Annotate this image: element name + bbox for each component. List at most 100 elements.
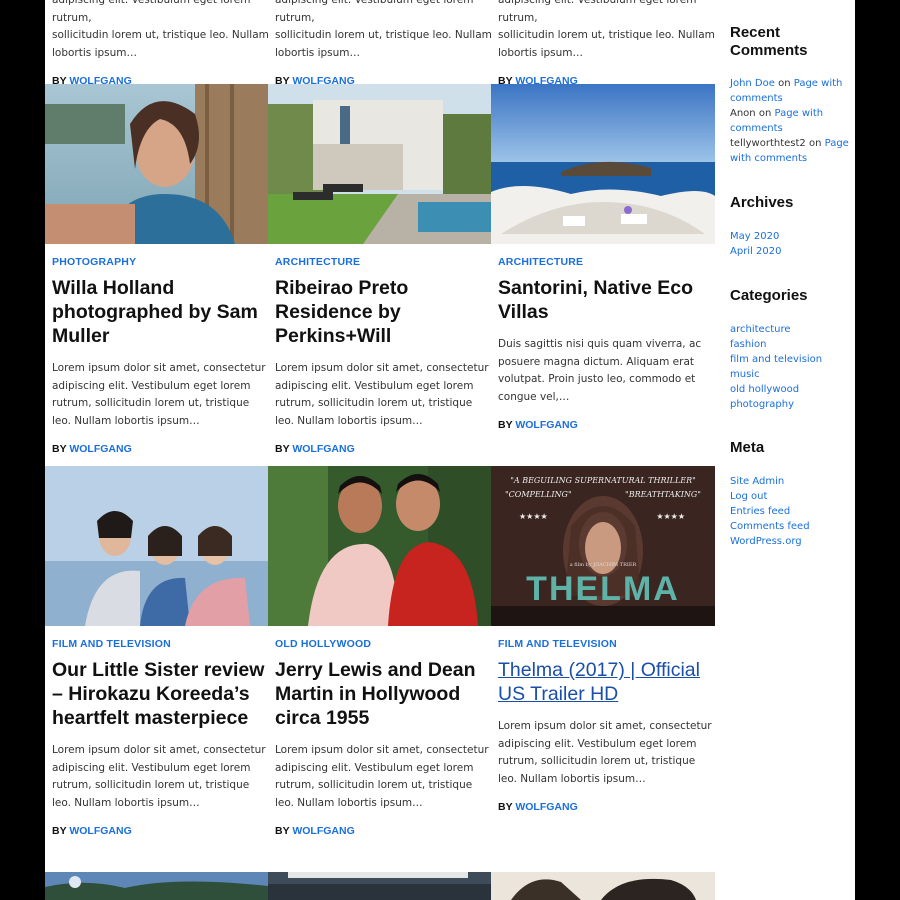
comment-author-link[interactable]: John Doe (730, 78, 775, 89)
archives-widget: Archives May 2020 April 2020 (730, 194, 852, 259)
hollywood-image (268, 466, 491, 626)
poster-quote-right: "BREATHTAKING" (625, 490, 701, 499)
recent-comment-item: John Doe on Page with comments (730, 78, 843, 104)
santorini-image (491, 84, 715, 244)
excerpt-line: adipiscing elit. Vestibulum eget lorem r… (275, 0, 474, 24)
post-category-link[interactable]: PHOTOGRAPHY (52, 256, 275, 268)
byline: BY WOLFGANG (275, 442, 355, 455)
widget-title: Recent Comments (730, 24, 808, 59)
post-card-6: FILM AND TELEVISION Thelma (2017) | Offi… (498, 638, 715, 813)
recent-comments-widget: Recent Comments John Doe on Page with co… (730, 24, 852, 166)
top-post-excerpt-1: adipiscing elit. Vestibulum eget lorem r… (52, 0, 275, 87)
comment-author: tellyworthtest2 (730, 138, 806, 149)
recent-comment-item: tellyworthtest2 on Page with comments (730, 138, 849, 164)
post-card-1: PHOTOGRAPHY Willa Holland photographed b… (52, 256, 275, 455)
category-link-old-hollywood[interactable]: old hollywood (730, 382, 852, 397)
poster-title: THELMA (526, 570, 680, 608)
post-thumbnail-next-3[interactable] (491, 872, 715, 900)
post-card-3: ARCHITECTURE Santorini, Native Eco Villa… (498, 256, 715, 431)
excerpt-line: sollicitudin lorem ut, tristique leo. Nu… (498, 29, 715, 42)
post-title-link[interactable]: Thelma (2017) | Official US Trailer HD (498, 658, 715, 706)
post-thumbnail-santorini[interactable] (491, 84, 715, 244)
author-link[interactable]: WOLFGANG (515, 419, 577, 431)
band-image (268, 872, 491, 900)
byline: BY WOLFGANG (498, 800, 578, 813)
post-excerpt: Lorem ipsum dolor sit amet, consectetur … (275, 744, 489, 810)
widget-title: Meta (730, 439, 765, 456)
meta-link-entries-feed[interactable]: Entries feed (730, 504, 852, 519)
archive-link-may-2020[interactable]: May 2020 (730, 229, 852, 244)
post-category-link[interactable]: ARCHITECTURE (275, 256, 498, 268)
excerpt-line: lobortis ipsum… (498, 47, 584, 60)
post-thumbnail-next-1[interactable] (45, 872, 268, 900)
top-post-excerpt-2: adipiscing elit. Vestibulum eget lorem r… (275, 0, 498, 87)
post-title-link[interactable]: Ribeirao Preto Residence by Perkins+Will (275, 276, 498, 348)
widget-title: Categories (730, 287, 808, 304)
widget-title: Archives (730, 194, 794, 211)
category-link-music[interactable]: music (730, 367, 852, 382)
post-title-link[interactable]: Santorini, Native Eco Villas (498, 276, 715, 324)
archive-link-april-2020[interactable]: April 2020 (730, 244, 852, 259)
hat-image (491, 872, 715, 900)
meta-widget: Meta Site Admin Log out Entries feed Com… (730, 439, 852, 549)
post-title-link[interactable]: Willa Holland photographed by Sam Muller (52, 276, 275, 348)
post-title-link[interactable]: Our Little Sister review – Hirokazu Kore… (52, 658, 275, 730)
post-excerpt: Lorem ipsum dolor sit amet, consectetur … (52, 744, 266, 810)
category-link-architecture[interactable]: architecture (730, 322, 852, 337)
meta-link-log-out[interactable]: Log out (730, 489, 852, 504)
post-excerpt: Duis sagittis nisi quis quam viverra, ac… (498, 338, 702, 404)
author-link[interactable]: WOLFGANG (292, 825, 354, 837)
poster-credit: a film by JOACHIM TRIER (569, 562, 637, 568)
post-thumbnail-willa-holland[interactable] (45, 84, 268, 244)
comment-author: Anon (730, 108, 756, 119)
post-card-4: FILM AND TELEVISION Our Little Sister re… (52, 638, 275, 837)
post-thumbnail-our-little-sister[interactable] (45, 466, 268, 626)
poster-tagline: "A BEGUILING SUPERNATURAL THRILLER" (510, 476, 696, 485)
post-thumbnail-thelma-poster[interactable]: "A BEGUILING SUPERNATURAL THRILLER" "COM… (491, 466, 715, 626)
categories-widget: Categories architecture fashion film and… (730, 287, 852, 412)
recent-comment-item: Anon on Page with comments (730, 108, 824, 134)
excerpt-line: lobortis ipsum… (275, 47, 361, 60)
portrait-image (45, 84, 268, 244)
post-card-2: ARCHITECTURE Ribeirao Preto Residence by… (275, 256, 498, 455)
category-link-film-and-television[interactable]: film and television (730, 352, 852, 367)
post-category-link[interactable]: OLD HOLLYWOOD (275, 638, 498, 650)
post-excerpt: Lorem ipsum dolor sit amet, consectetur … (52, 362, 266, 428)
poster-stars-right: ★★★★ (656, 512, 685, 521)
meta-link-site-admin[interactable]: Site Admin (730, 474, 852, 489)
post-thumbnail-next-2[interactable] (268, 872, 491, 900)
byline: BY WOLFGANG (52, 442, 132, 455)
poster-stars-left: ★★★★ (519, 512, 548, 521)
excerpt-line: adipiscing elit. Vestibulum eget lorem r… (52, 0, 251, 24)
post-thumbnail-jerry-lewis-dean-martin[interactable] (268, 466, 491, 626)
sisters-image (45, 466, 268, 626)
post-title-link[interactable]: Jerry Lewis and Dean Martin in Hollywood… (275, 658, 498, 730)
category-link-fashion[interactable]: fashion (730, 337, 852, 352)
house-image (268, 84, 491, 244)
meta-link-comments-feed[interactable]: Comments feed (730, 519, 852, 534)
meta-link-wordpress-org[interactable]: WordPress.org (730, 534, 852, 549)
post-category-link[interactable]: ARCHITECTURE (498, 256, 715, 268)
landscape-image (45, 872, 268, 900)
excerpt-line: sollicitudin lorem ut, tristique leo. Nu… (52, 29, 269, 42)
byline: BY WOLFGANG (498, 418, 578, 431)
category-link-photography[interactable]: photography (730, 397, 852, 412)
post-excerpt: Lorem ipsum dolor sit amet, consectetur … (275, 362, 489, 428)
excerpt-line: lobortis ipsum… (52, 47, 138, 60)
author-link[interactable]: WOLFGANG (69, 443, 131, 455)
poster-quote-left: "COMPELLING" (505, 490, 572, 499)
byline: BY WOLFGANG (275, 824, 355, 837)
recent-comments-list: John Doe on Page with comments Anon on P… (730, 76, 852, 166)
byline: BY WOLFGANG (52, 824, 132, 837)
excerpt-line: sollicitudin lorem ut, tristique leo. Nu… (275, 29, 492, 42)
author-link[interactable]: WOLFGANG (292, 443, 354, 455)
author-link[interactable]: WOLFGANG (69, 825, 131, 837)
author-link[interactable]: WOLFGANG (515, 801, 577, 813)
top-post-excerpt-3: adipiscing elit. Vestibulum eget lorem r… (498, 0, 715, 87)
sidebar: Recent Comments John Doe on Page with co… (715, 0, 855, 900)
post-thumbnail-ribeirao-preto[interactable] (268, 84, 491, 244)
post-category-link[interactable]: FILM AND TELEVISION (498, 638, 715, 650)
post-category-link[interactable]: FILM AND TELEVISION (52, 638, 275, 650)
post-card-5: OLD HOLLYWOOD Jerry Lewis and Dean Marti… (275, 638, 498, 837)
excerpt-line: adipiscing elit. Vestibulum eget lorem r… (498, 0, 697, 24)
